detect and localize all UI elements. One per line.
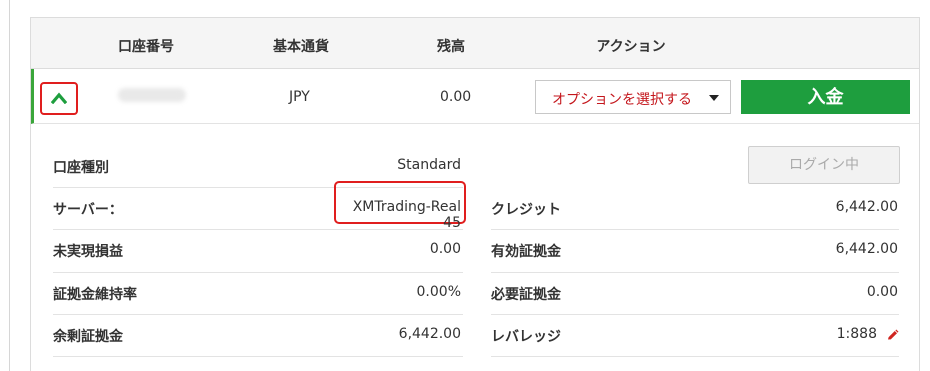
required-margin-value: 0.00 — [866, 284, 898, 300]
account-panel: 口座番号 基本通貨 残高 アクション JPY 0.00 オプションを選択する 入… — [30, 17, 920, 371]
margin-level-value: 0.00% — [416, 284, 461, 300]
header-account-number: 口座番号 — [118, 39, 174, 55]
server-label: サーバー： — [53, 202, 123, 218]
unrealized-pl-value: 0.00 — [429, 241, 461, 257]
divider — [53, 229, 463, 230]
options-dropdown-label: オプションを選択する — [552, 92, 692, 108]
divider — [491, 272, 899, 273]
caret-down-icon — [709, 95, 719, 101]
page-left-border — [9, 0, 10, 371]
account-type-value: Standard — [397, 157, 461, 173]
account-row: JPY 0.00 オプションを選択する 入金 — [31, 69, 919, 124]
divider — [53, 272, 463, 273]
equity-value: 6,442.00 — [835, 241, 898, 257]
divider — [491, 356, 899, 357]
header-action: アクション — [596, 39, 666, 55]
free-margin-value: 6,442.00 — [398, 326, 461, 342]
chevron-up-icon — [51, 92, 67, 104]
credit-value: 6,442.00 — [835, 199, 898, 215]
leverage-label: レバレッジ — [491, 329, 561, 345]
account-details: 口座種別 Standard ログイン中 サーバー： XMTrading-Real… — [31, 125, 919, 371]
collapse-toggle-button[interactable] — [40, 82, 78, 115]
leverage-value: 1:888 — [836, 326, 877, 342]
table-header: 口座番号 基本通貨 残高 アクション — [31, 18, 919, 69]
divider — [53, 356, 463, 357]
account-type-label: 口座種別 — [53, 160, 109, 176]
divider — [491, 314, 899, 315]
account-balance: 0.00 — [440, 89, 472, 105]
header-balance: 残高 — [437, 39, 465, 55]
deposit-button[interactable]: 入金 — [741, 80, 910, 114]
divider — [491, 229, 899, 230]
logged-in-button[interactable]: ログイン中 — [748, 146, 900, 184]
header-base-currency: 基本通貨 — [273, 39, 329, 55]
required-margin-label: 必要証拠金 — [491, 287, 561, 303]
server-value: XMTrading-Real 45 — [352, 199, 461, 231]
free-margin-label: 余剰証拠金 — [53, 329, 123, 345]
divider — [53, 314, 463, 315]
credit-label: クレジット — [491, 202, 561, 218]
options-dropdown[interactable]: オプションを選択する — [535, 80, 731, 114]
account-currency: JPY — [289, 89, 310, 105]
unrealized-pl-label: 未実現損益 — [53, 244, 123, 260]
equity-label: 有効証拠金 — [491, 244, 561, 260]
account-number-masked — [118, 88, 186, 102]
margin-level-label: 証拠金維持率 — [53, 287, 137, 303]
pencil-icon[interactable] — [886, 329, 899, 342]
